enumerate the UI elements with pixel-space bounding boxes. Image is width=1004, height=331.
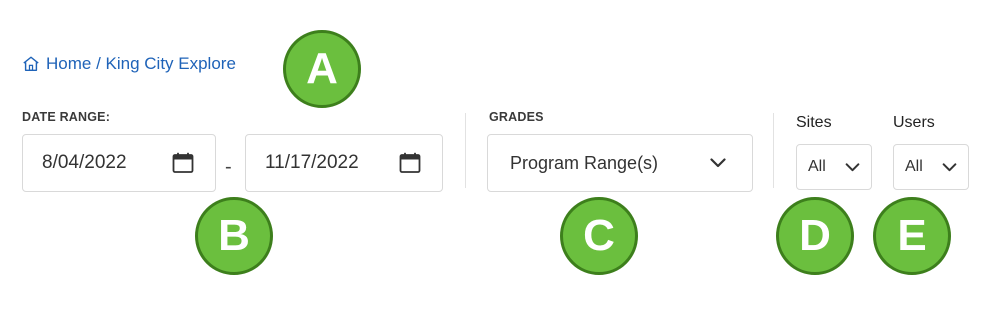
end-date-input[interactable]: 11/17/2022 [245, 134, 443, 192]
sites-label: Sites [796, 114, 832, 131]
divider [773, 113, 774, 188]
sites-select[interactable]: All [796, 144, 872, 190]
grades-select[interactable]: Program Range(s) [487, 134, 753, 192]
sites-selected-value: All [808, 158, 826, 175]
end-date-value: 11/17/2022 [265, 152, 359, 173]
calendar-icon[interactable] [398, 151, 422, 175]
grades-label: GRADES [489, 110, 544, 124]
divider [465, 113, 466, 188]
users-selected-value: All [905, 158, 923, 175]
callout-badge-e: E [873, 197, 951, 275]
calendar-icon[interactable] [171, 151, 195, 175]
callout-badge-b: B [195, 197, 273, 275]
date-separator: - [225, 156, 232, 178]
users-select[interactable]: All [893, 144, 969, 190]
chevron-down-icon [710, 158, 726, 168]
breadcrumb-link[interactable]: Home / King City Explore [46, 54, 236, 74]
callout-badge-d: D [776, 197, 854, 275]
users-label: Users [893, 114, 935, 131]
grades-selected-value: Program Range(s) [510, 152, 659, 173]
callout-badge-c: C [560, 197, 638, 275]
start-date-input[interactable]: 8/04/2022 [22, 134, 216, 192]
callout-badge-a: A [283, 30, 361, 108]
breadcrumb[interactable]: Home / King City Explore [22, 54, 236, 74]
date-range-label: DATE RANGE: [22, 110, 111, 124]
home-icon [23, 56, 39, 72]
chevron-down-icon [845, 162, 860, 171]
chevron-down-icon [942, 162, 957, 171]
start-date-value: 8/04/2022 [42, 152, 127, 173]
